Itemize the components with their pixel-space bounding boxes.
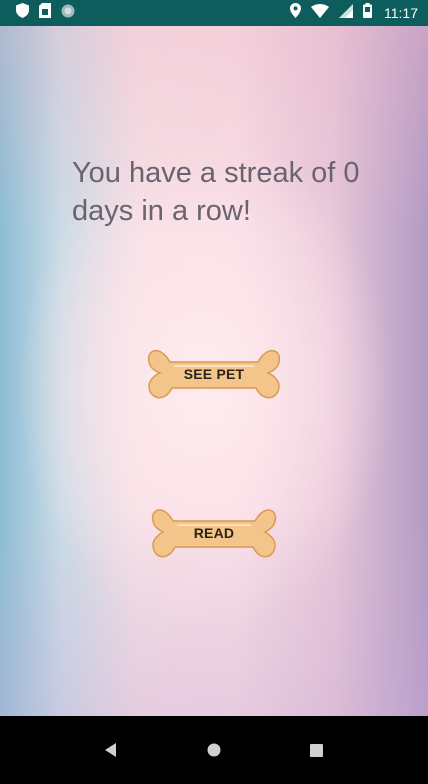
clock: 11:17 [384,5,418,21]
circle-notification-icon [61,4,75,23]
recents-button[interactable] [302,735,332,765]
status-right-group: 11:17 [290,3,418,23]
signal-icon [339,3,353,23]
main-content: You have a streak of 0 days in a row! SE… [0,26,428,716]
battery-icon [363,3,372,23]
home-icon [207,743,221,757]
shield-icon [16,3,29,23]
location-icon [290,3,301,23]
status-bar: 11:17 [0,0,428,26]
read-label: READ [193,525,235,541]
status-left-group [16,3,75,23]
navigation-bar [0,716,428,784]
recents-icon [310,743,324,757]
streak-message: You have a streak of 0 days in a row! [72,157,360,227]
see-pet-label: SEE PET [183,366,245,382]
sim-card-icon [39,3,51,23]
back-icon [105,743,117,757]
home-button[interactable] [199,735,229,765]
wifi-icon [311,3,329,23]
see-pet-button[interactable]: SEE PET [146,342,282,406]
back-button[interactable] [96,735,126,765]
read-button[interactable]: READ [150,502,278,564]
